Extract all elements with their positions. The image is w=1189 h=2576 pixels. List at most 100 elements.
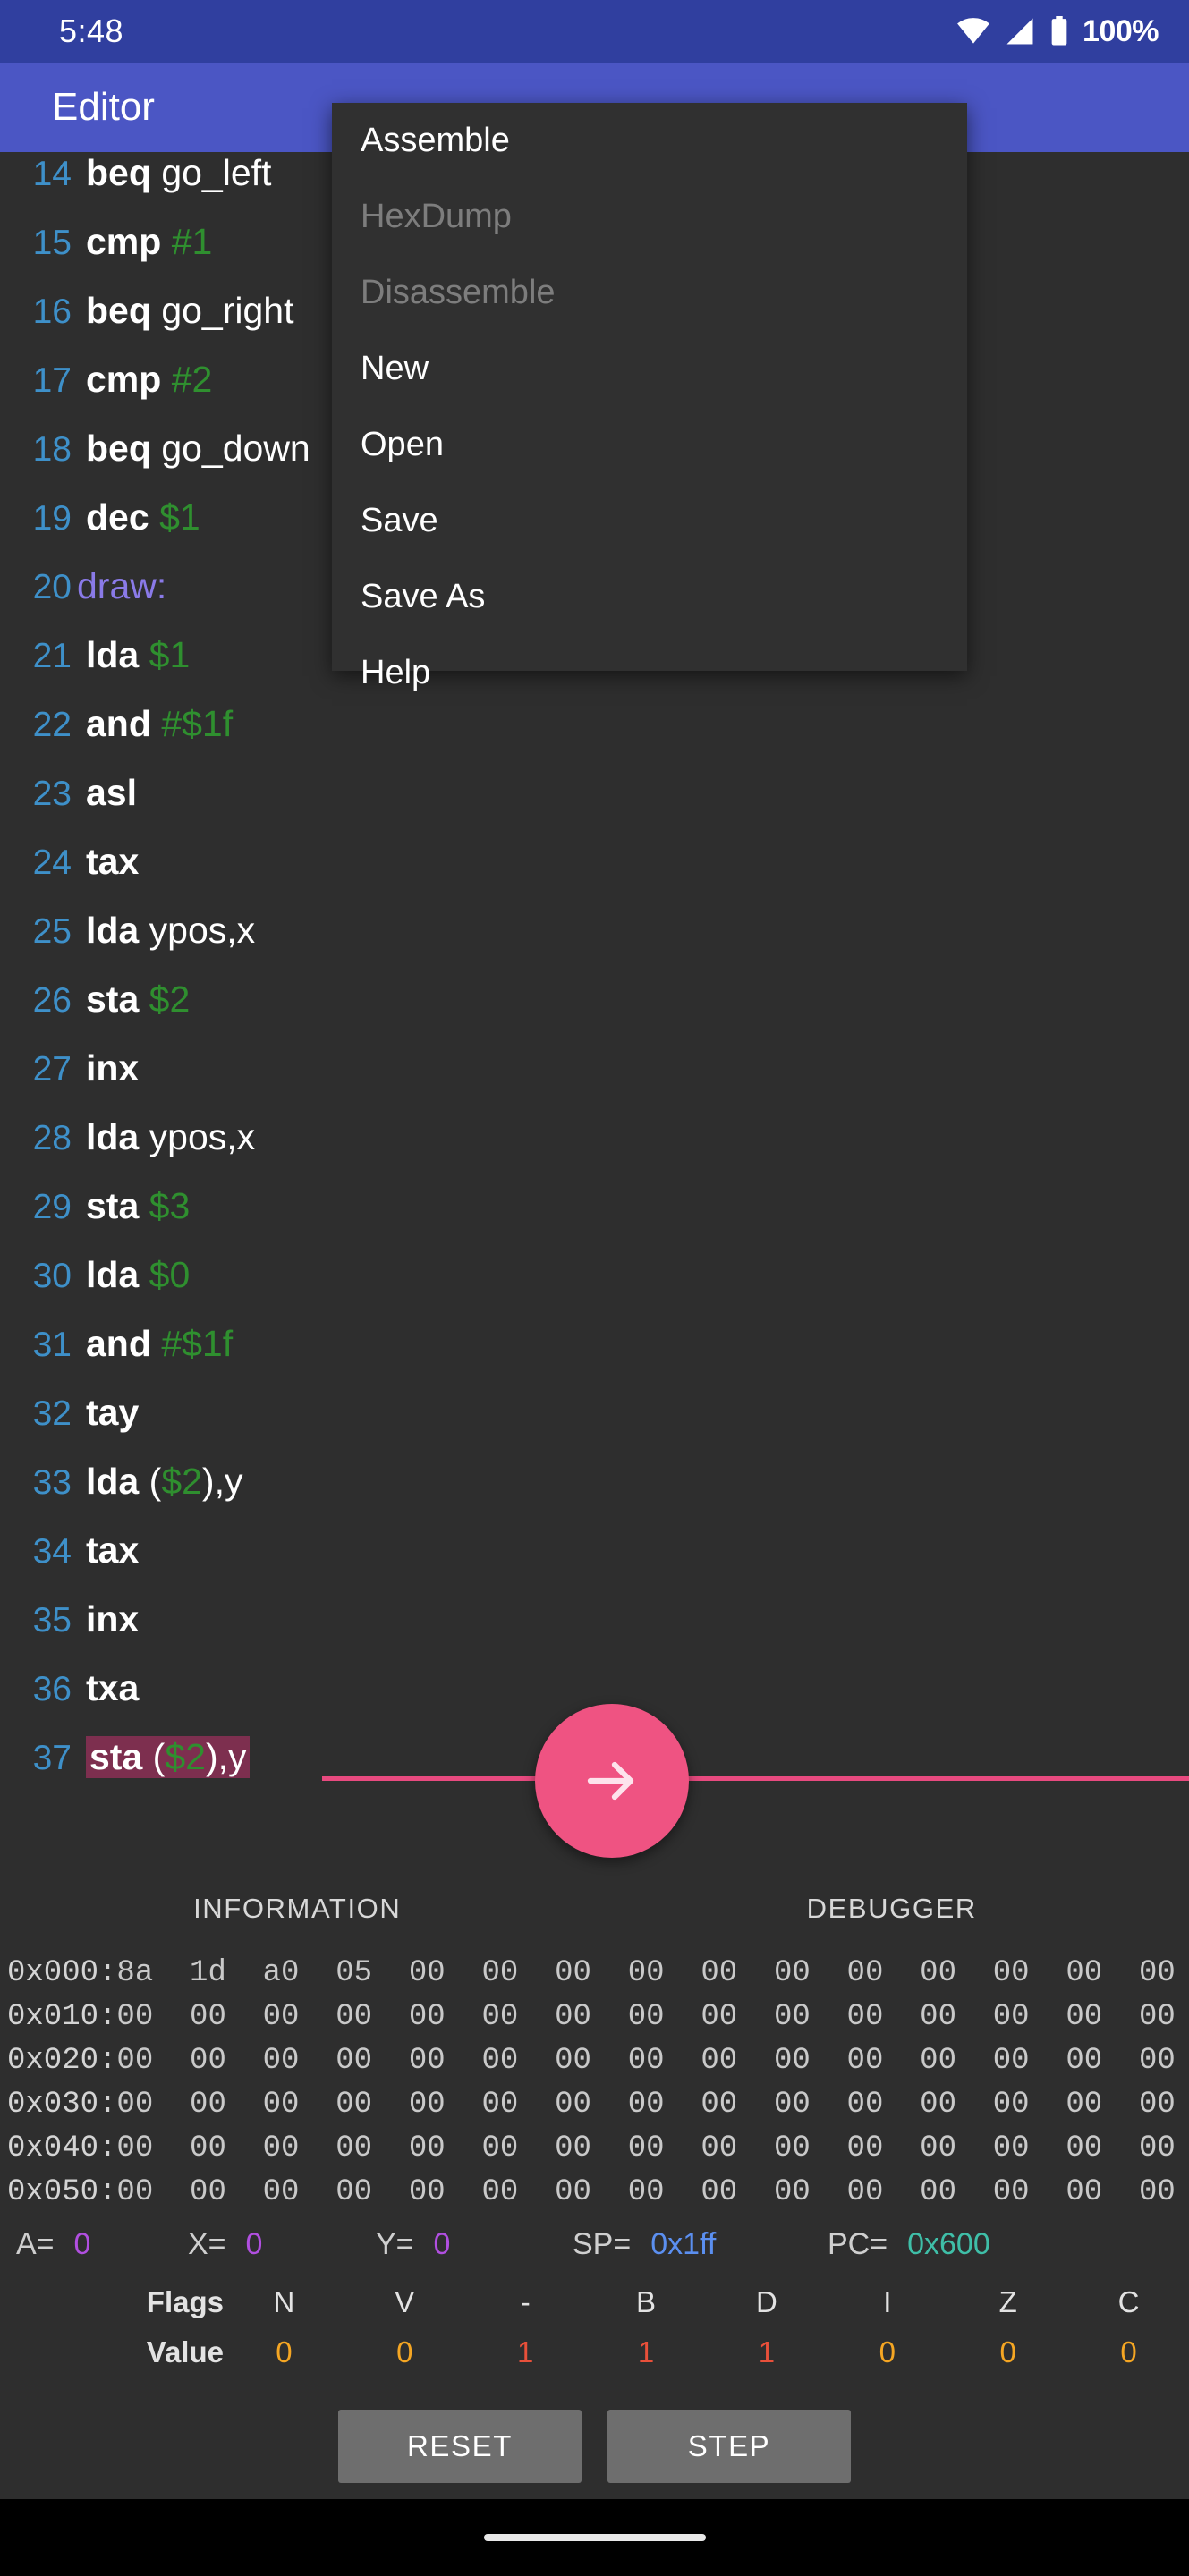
line-number: 17: [32, 361, 72, 400]
menu-item-save[interactable]: Save: [332, 483, 967, 559]
hex-dump-row: 0x050:00 00 00 00 00 00 00 00 00 00 00 0…: [7, 2171, 1189, 2215]
code-line[interactable]: 32 tay: [0, 1392, 1189, 1461]
code-mnemonic: cmp: [86, 359, 162, 400]
line-number: 26: [32, 981, 72, 1020]
flags-names-row: Flags N V - B D I Z C: [0, 2277, 1189, 2327]
flag-name-d: D: [756, 2285, 777, 2318]
menu-item-assemble[interactable]: Assemble: [332, 103, 967, 179]
code-line-text: beq go_right: [86, 290, 293, 332]
code-line-text: lda ypos,x: [86, 1116, 255, 1158]
flag-value: 1: [517, 2335, 534, 2368]
code-line[interactable]: 28 lda ypos,x: [0, 1116, 1189, 1185]
hex-address: 0x000:: [7, 1956, 117, 1990]
arrow-right-icon: [580, 1749, 644, 1813]
menu-item-label: Help: [361, 654, 431, 691]
code-line[interactable]: 34 tax: [0, 1530, 1189, 1598]
flag-name-i: I: [883, 2285, 892, 2318]
code-line[interactable]: 31 and #$1f: [0, 1323, 1189, 1392]
code-operand: ypos,x: [149, 910, 256, 951]
flag-name-c: C: [1117, 2285, 1140, 2318]
hex-dump-pane[interactable]: 0x000:8a 1d a0 05 00 00 00 00 00 00 00 0…: [0, 1946, 1189, 2215]
code-line-text: txa: [86, 1667, 139, 1709]
run-fab-button[interactable]: [535, 1704, 689, 1858]
bottom-tab-bar[interactable]: INFORMATION DEBUGGER: [0, 1869, 1189, 1948]
menu-item-open[interactable]: Open: [332, 407, 967, 483]
code-mnemonic: sta: [86, 1185, 140, 1226]
code-operand-address: $2: [161, 1461, 202, 1502]
tab-debugger[interactable]: DEBUGGER: [595, 1893, 1189, 1925]
code-line[interactable]: 29 sta $3: [0, 1185, 1189, 1254]
flag-name-b: B: [636, 2285, 657, 2318]
code-line-text: sta $3: [86, 1185, 190, 1227]
code-operand: $3: [149, 1185, 191, 1226]
line-number: 19: [32, 499, 72, 538]
code-mnemonic: sta: [86, 979, 140, 1020]
register-value: 0: [73, 2226, 91, 2261]
flag-value: 0: [999, 2335, 1016, 2368]
code-operand: go_left: [161, 152, 272, 193]
register-a: A= 0: [16, 2227, 90, 2262]
hex-dump-row: 0x010:00 00 00 00 00 00 00 00 00 00 00 0…: [7, 1996, 1189, 2039]
line-number: 33: [32, 1463, 72, 1502]
cpu-registers-row: A= 0 X= 0 Y= 0 SP= 0x1ff PC= 0x600: [0, 2216, 1189, 2272]
code-mnemonic: sta: [89, 1736, 143, 1777]
code-label: draw:: [77, 565, 167, 606]
menu-item-label: Save: [361, 502, 438, 539]
code-line-text: inx: [86, 1047, 139, 1089]
menu-item-new[interactable]: New: [332, 331, 967, 407]
battery-icon: [1049, 16, 1070, 47]
overflow-menu[interactable]: Assemble HexDump Disassemble New Open Save Sav…: [332, 103, 967, 691]
code-line[interactable]: 23 asl: [0, 772, 1189, 841]
menu-item-label: HexDump: [361, 198, 512, 235]
hex-dump-row: 0x020:00 00 00 00 00 00 00 00 00 00 00 0…: [7, 2039, 1189, 2083]
code-operand-address: $2: [165, 1736, 206, 1777]
flag-name-n: N: [273, 2285, 295, 2318]
register-label: Y=: [376, 2226, 414, 2261]
step-button[interactable]: STEP: [607, 2410, 851, 2483]
line-number: 18: [32, 430, 72, 469]
hex-address: 0x020:: [7, 2044, 117, 2078]
hex-bytes: 00 00 00 00 00 00 00 00 00 00 00 00 00 0…: [116, 2131, 1189, 2165]
register-label: SP=: [573, 2226, 632, 2261]
flag-value: 0: [879, 2335, 896, 2368]
hex-bytes: 8a 1d a0 05 00 00 00 00 00 00 00 00 00 0…: [116, 1956, 1189, 1990]
code-line-text: beq go_left: [86, 152, 271, 194]
values-row-label: Value: [146, 2335, 224, 2368]
code-operand: go_down: [161, 428, 310, 469]
code-mnemonic: and: [86, 1323, 151, 1364]
home-gesture-pill[interactable]: [483, 2534, 706, 2541]
menu-item-help[interactable]: Help: [332, 635, 967, 711]
code-mnemonic: txa: [86, 1667, 140, 1708]
tab-information[interactable]: INFORMATION: [0, 1893, 595, 1925]
code-line[interactable]: 22 and #$1f: [0, 703, 1189, 772]
code-line-text: lda $0: [86, 1254, 190, 1296]
code-line-text: lda ypos,x: [86, 910, 255, 952]
code-operand: go_right: [161, 290, 294, 331]
battery-percent-label: 100%: [1083, 13, 1159, 48]
menu-item-label: Assemble: [361, 122, 510, 159]
code-operand: #1: [171, 221, 213, 262]
menu-item-disassemble: Disassemble: [332, 255, 967, 331]
line-number: 29: [32, 1188, 72, 1226]
code-mnemonic: beq: [86, 152, 151, 193]
code-line[interactable]: 33 lda ($2),y: [0, 1461, 1189, 1530]
code-line-text: lda ($2),y: [86, 1461, 242, 1503]
code-mnemonic: tay: [86, 1392, 140, 1433]
reset-button[interactable]: RESET: [338, 2410, 582, 2483]
flag-value: 0: [1120, 2335, 1137, 2368]
code-line[interactable]: 24 tax: [0, 841, 1189, 910]
code-line[interactable]: 25 lda ypos,x: [0, 910, 1189, 979]
line-number: 32: [32, 1394, 72, 1433]
code-line[interactable]: 27 inx: [0, 1047, 1189, 1116]
register-value: 0x1ff: [650, 2226, 717, 2261]
flag-name-unused: -: [520, 2285, 531, 2318]
hex-bytes: 00 00 00 00 00 00 00 00 00 00 00 00 00 0…: [116, 2000, 1189, 2034]
menu-item-save-as[interactable]: Save As: [332, 559, 967, 635]
code-line[interactable]: 35 inx: [0, 1598, 1189, 1667]
code-line-text: and #$1f: [86, 1323, 233, 1365]
code-line[interactable]: 26 sta $2: [0, 979, 1189, 1047]
flag-value: 0: [276, 2335, 293, 2368]
code-mnemonic: lda: [86, 1461, 140, 1502]
code-line[interactable]: 30 lda $0: [0, 1254, 1189, 1323]
status-bar-icons: 100%: [955, 14, 1159, 49]
